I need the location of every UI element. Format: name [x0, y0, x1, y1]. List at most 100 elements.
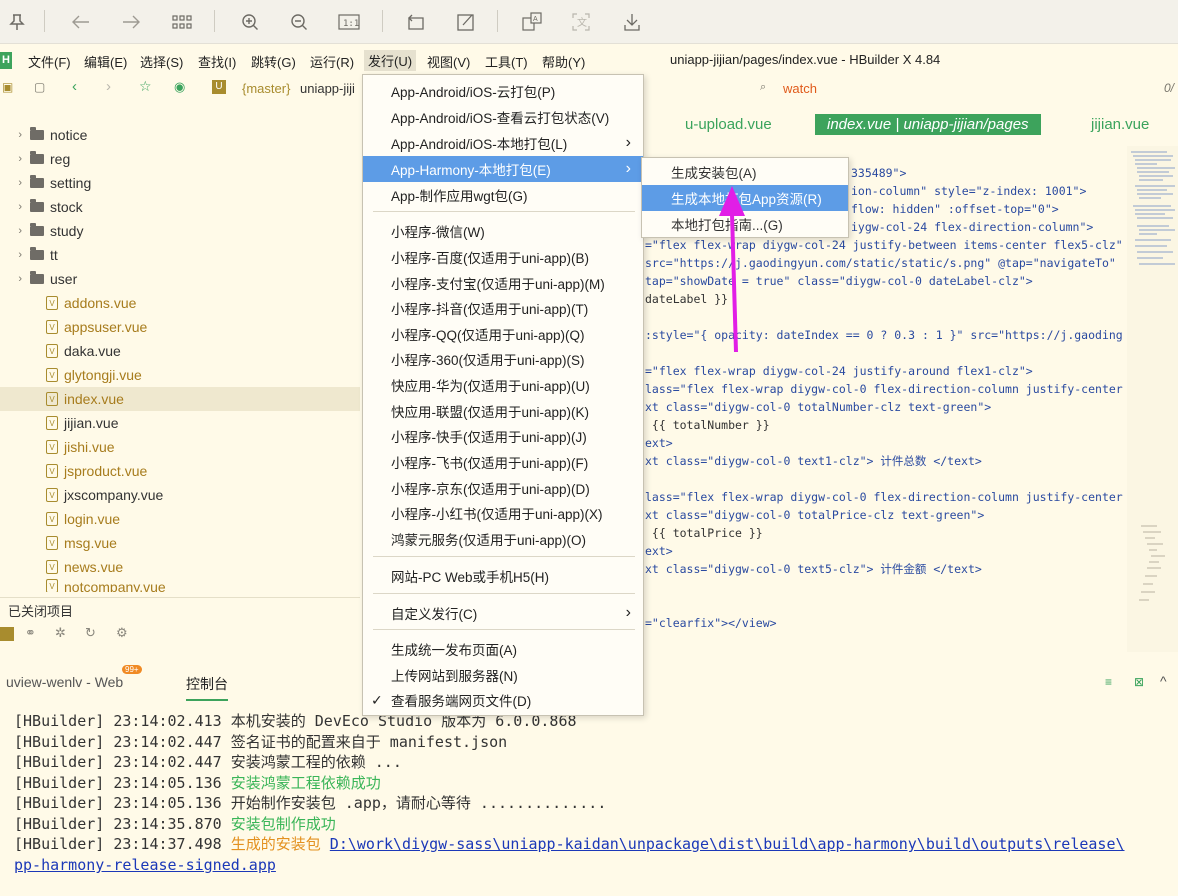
tree-folder[interactable]: › notice — [0, 123, 360, 147]
menu-item-custom-release[interactable]: 自定义发行(C) › — [363, 600, 643, 626]
output-path-link[interactable]: pp-harmony-release-signed.app — [14, 856, 276, 874]
back-arrow-icon[interactable] — [68, 9, 94, 35]
editor-tabs: u-upload.vue index.vue | uniapp-jijian/p… — [645, 112, 1178, 140]
closed-projects[interactable]: 已关闭项目 — [0, 597, 360, 619]
menu-item-wgt-pack[interactable]: App-制作应用wgt包(G) — [363, 182, 643, 208]
tree-folder[interactable]: › setting — [0, 171, 360, 195]
undo-box-icon[interactable] — [402, 9, 428, 35]
code-line: 335489"> — [851, 166, 907, 180]
menu-item-mp-xiaohongshu[interactable]: 小程序-小红书(仅适用于uni-app)(X) — [363, 500, 643, 526]
menu-item-mp-360[interactable]: 小程序-360(仅适用于uni-app)(S) — [363, 346, 643, 372]
download-icon[interactable] — [619, 9, 645, 35]
console-clear-icon[interactable]: ⊠ — [1134, 675, 1144, 689]
zoom-in-icon[interactable] — [237, 9, 263, 35]
menu-item-view-server-files[interactable]: ✓ 查看服务端网页文件(D) — [363, 687, 643, 713]
menu-view[interactable]: 视图(V) — [427, 52, 470, 71]
folder-icon — [30, 127, 44, 140]
menu-item-web-h5[interactable]: 网站-PC Web或手机H5(H) — [363, 563, 643, 589]
bug-icon[interactable]: ✲ — [55, 625, 66, 641]
menu-edit[interactable]: 编辑(E) — [84, 52, 127, 71]
tree-file[interactable]: Vglytongji.vue — [0, 363, 360, 387]
console-output[interactable]: [HBuilder] 23:14:02.413 本机安装的 DevEco Stu… — [0, 710, 1178, 896]
menu-goto[interactable]: 跳转(G) — [251, 52, 296, 71]
branch-label[interactable]: {master} — [242, 81, 290, 96]
git-icon[interactable]: ↻ — [85, 625, 96, 641]
menu-run[interactable]: 运行(R) — [310, 52, 354, 71]
folder-icon — [30, 175, 44, 188]
menu-item-mp-weixin[interactable]: 小程序-微信(W) — [363, 218, 643, 244]
tree-file[interactable]: Vjijian.vue — [0, 411, 360, 435]
menu-item-local-pack[interactable]: App-Android/iOS-本地打包(L) › — [363, 130, 643, 156]
code-minimap[interactable] — [1127, 146, 1178, 652]
tree-file[interactable]: Vmsg.vue — [0, 531, 360, 555]
nav-back-icon[interactable]: ‹ — [72, 78, 77, 95]
plugin-icon[interactable]: ⚙ — [116, 625, 128, 641]
menu-item-mp-feishu[interactable]: 小程序-飞书(仅适用于uni-app)(F) — [363, 449, 643, 475]
tab-u-upload[interactable]: u-upload.vue — [685, 116, 772, 133]
tree-file[interactable]: Vnotcompany.vue — [0, 579, 360, 592]
tree-file[interactable]: Vappsuser.vue — [0, 315, 360, 339]
menu-file[interactable]: 文件(F) — [28, 52, 71, 71]
tree-file[interactable]: Vlogin.vue — [0, 507, 360, 531]
save-icon[interactable]: ▢ — [34, 80, 45, 94]
submenu-item-build-package[interactable]: 生成安装包(A) — [642, 159, 848, 185]
run-icon[interactable]: ◉ — [174, 79, 185, 95]
project-view-icon[interactable] — [0, 627, 14, 641]
tab-jijian[interactable]: jijian.vue — [1091, 116, 1149, 133]
menu-item-cloud-pack[interactable]: App-Android/iOS-云打包(P) — [363, 78, 643, 104]
menu-select[interactable]: 选择(S) — [140, 52, 183, 71]
pin-icon[interactable] — [4, 9, 30, 35]
tree-file[interactable]: Vjsproduct.vue — [0, 459, 360, 483]
tree-file[interactable]: Vjxscompany.vue — [0, 483, 360, 507]
tab-console[interactable]: 控制台 — [186, 674, 228, 701]
tree-file-selected[interactable]: Vindex.vue — [0, 387, 360, 411]
menu-release[interactable]: 发行(U) — [364, 50, 417, 71]
menu-item-publish-page[interactable]: 生成统一发布页面(A) — [363, 636, 643, 662]
menu-item-mp-jd[interactable]: 小程序-京东(仅适用于uni-app)(D) — [363, 475, 643, 501]
tree-folder[interactable]: › user — [0, 267, 360, 291]
menu-item-quickapp-union[interactable]: 快应用-联盟(仅适用于uni-app)(K) — [363, 398, 643, 424]
menu-item-mp-qq[interactable]: 小程序-QQ(仅适用于uni-app)(Q) — [363, 321, 643, 347]
translate-icon[interactable]: A — [519, 9, 545, 35]
vue-file-icon: V — [46, 296, 58, 310]
menu-item-harmony-atomic[interactable]: 鸿蒙元服务(仅适用于uni-app)(O) — [363, 526, 643, 552]
menu-help[interactable]: 帮助(Y) — [542, 52, 585, 71]
menu-find[interactable]: 查找(I) — [198, 52, 236, 71]
code-line: ion-column" style="z-index: 1001"> — [851, 184, 1087, 198]
search-field[interactable]: watch — [783, 81, 817, 96]
output-path-link[interactable]: D:\work\diygw-sass\uniapp-kaidan\unpacka… — [330, 835, 1125, 853]
menu-item-upload-site[interactable]: 上传网站到服务器(N) — [363, 662, 643, 688]
tree-file[interactable]: Vnews.vue — [0, 555, 360, 579]
grid-view-icon[interactable] — [169, 9, 195, 35]
zoom-out-icon[interactable] — [286, 9, 312, 35]
forward-arrow-icon[interactable] — [118, 9, 144, 35]
text-frame-icon[interactable]: 文 — [568, 9, 594, 35]
console-filter-icon[interactable]: ≡ — [1105, 675, 1112, 689]
breadcrumb-project[interactable]: uniapp-jiji — [300, 81, 355, 96]
menu-tools[interactable]: 工具(T) — [485, 52, 528, 71]
menu-item-mp-douyin[interactable]: 小程序-抖音(仅适用于uni-app)(T) — [363, 295, 643, 321]
menu-item-mp-kuaishou[interactable]: 小程序-快手(仅适用于uni-app)(J) — [363, 423, 643, 449]
collapse-chevron-icon[interactable]: ^ — [1160, 673, 1167, 689]
tab-index[interactable]: index.vue | uniapp-jijian/pages — [815, 114, 1041, 135]
tree-folder[interactable]: › reg — [0, 147, 360, 171]
tree-folder[interactable]: › study — [0, 219, 360, 243]
menu-item-quickapp-huawei[interactable]: 快应用-华为(仅适用于uni-app)(U) — [363, 372, 643, 398]
tree-file[interactable]: Vdaka.vue — [0, 339, 360, 363]
binoculars-icon[interactable]: ⚭ — [25, 625, 36, 641]
actual-size-icon[interactable]: 1:1 — [336, 9, 362, 35]
menu-item-mp-baidu[interactable]: 小程序-百度(仅适用于uni-app)(B) — [363, 244, 643, 270]
menu-item-cloud-status[interactable]: App-Android/iOS-查看云打包状态(V) — [363, 104, 643, 130]
tab-web-console[interactable]: uview-wenlv - Web — [6, 674, 123, 690]
star-icon[interactable]: ☆ — [139, 78, 152, 95]
tree-folder[interactable]: › tt — [0, 243, 360, 267]
main-toolbar: 1:1 A 文 — [0, 0, 1178, 44]
edit-icon[interactable] — [453, 9, 479, 35]
tree-file[interactable]: Vaddons.vue — [0, 291, 360, 315]
nav-forward-icon[interactable]: › — [106, 78, 111, 95]
window-title: uniapp-jijian/pages/index.vue - HBuilder… — [670, 52, 941, 67]
tree-file[interactable]: Vjishi.vue — [0, 435, 360, 459]
tree-folder[interactable]: › stock — [0, 195, 360, 219]
menu-item-mp-alipay[interactable]: 小程序-支付宝(仅适用于uni-app)(M) — [363, 270, 643, 296]
menu-item-harmony-local-pack[interactable]: App-Harmony-本地打包(E) › — [363, 156, 643, 182]
